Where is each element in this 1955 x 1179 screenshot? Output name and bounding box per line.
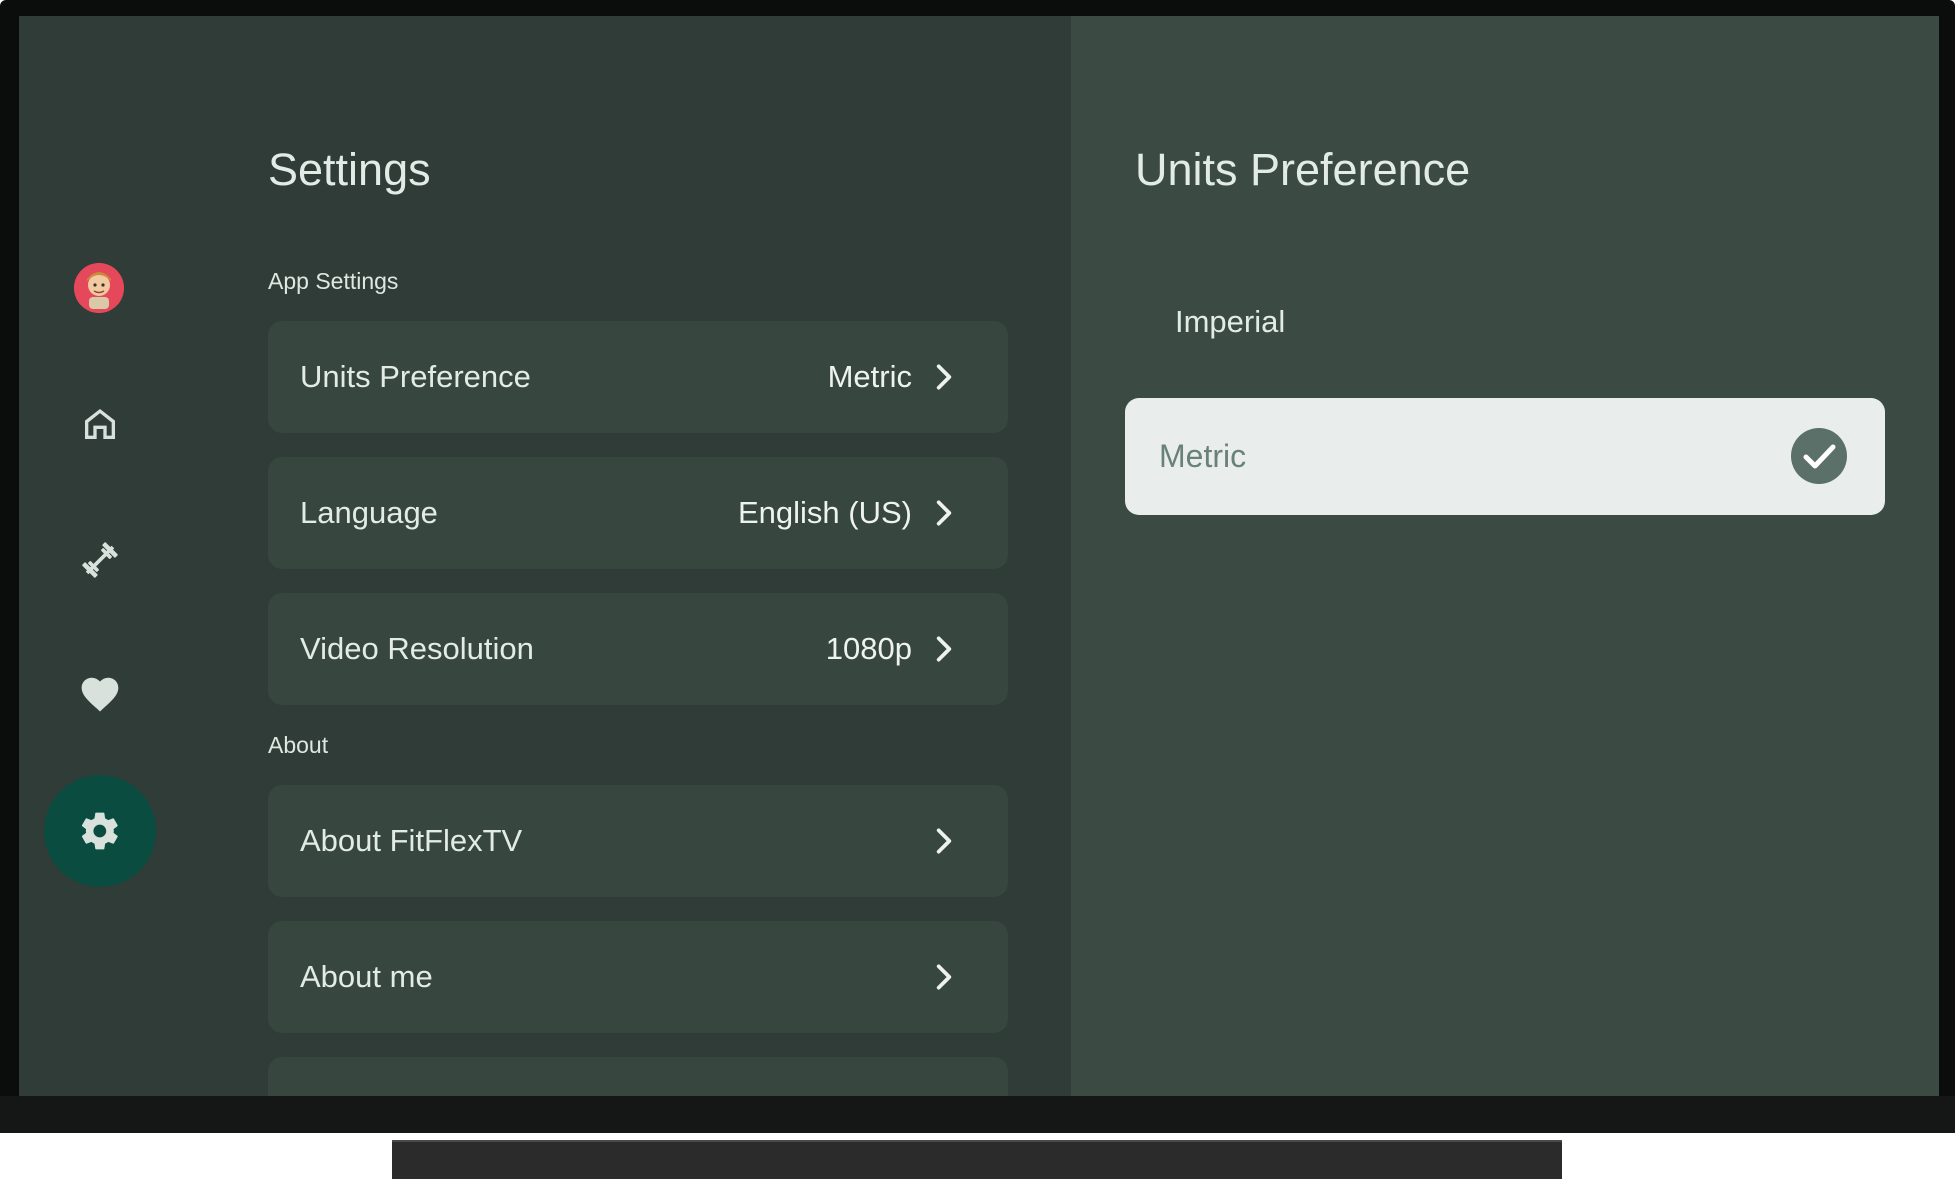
nav-workouts[interactable]	[44, 504, 156, 616]
nav-settings[interactable]	[44, 775, 156, 887]
units-preference-label: Units Preference	[300, 359, 531, 394]
avatar[interactable]	[74, 263, 124, 313]
chevron-right-icon	[936, 964, 952, 990]
chevron-right-icon	[936, 364, 952, 390]
video-resolution-item[interactable]: Video Resolution 1080p	[268, 593, 1008, 705]
heart-icon	[81, 677, 119, 712]
video-resolution-value: 1080p	[825, 631, 912, 666]
about-me-label: About me	[300, 959, 433, 994]
settings-pane: Settings App Settings Units Preference M…	[19, 16, 1071, 1096]
gear-icon	[81, 812, 118, 850]
units-preference-value: Metric	[827, 359, 912, 394]
tv-screen: Settings App Settings Units Preference M…	[19, 16, 1939, 1096]
option-metric-label: Metric	[1159, 438, 1247, 474]
avatar-icon	[74, 263, 124, 313]
section-about: About	[268, 732, 329, 758]
nav-home[interactable]	[44, 368, 156, 480]
settings-item-partial[interactable]	[268, 1057, 1008, 1096]
panel-title: Units Preference	[1135, 144, 1471, 195]
video-resolution-label: Video Resolution	[300, 631, 534, 666]
tv-bezel-bottom	[0, 1096, 1955, 1133]
about-me-item[interactable]: About me	[268, 921, 1008, 1033]
language-label: Language	[300, 495, 438, 530]
nav-favorites[interactable]	[44, 639, 156, 751]
tv-frame: Settings App Settings Units Preference M…	[0, 0, 1955, 1179]
chevron-right-icon	[936, 828, 952, 854]
units-preference-item[interactable]: Units Preference Metric	[268, 321, 1008, 433]
chevron-right-icon	[936, 636, 952, 662]
about-app-label: About FitFlexTV	[300, 823, 523, 858]
language-value: English (US)	[738, 495, 912, 530]
page-title: Settings	[268, 144, 431, 195]
chevron-right-icon	[936, 500, 952, 526]
option-imperial[interactable]: Imperial	[1175, 304, 1285, 340]
home-icon	[85, 409, 115, 439]
about-app-item[interactable]: About FitFlexTV	[268, 785, 1008, 897]
dumbbell-icon	[82, 542, 118, 578]
section-app-settings: App Settings	[268, 268, 399, 294]
tv-stand	[392, 1140, 1562, 1179]
check-circle-icon	[1791, 428, 1847, 484]
option-metric[interactable]: Metric	[1125, 398, 1885, 515]
language-item[interactable]: Language English (US)	[268, 457, 1008, 569]
